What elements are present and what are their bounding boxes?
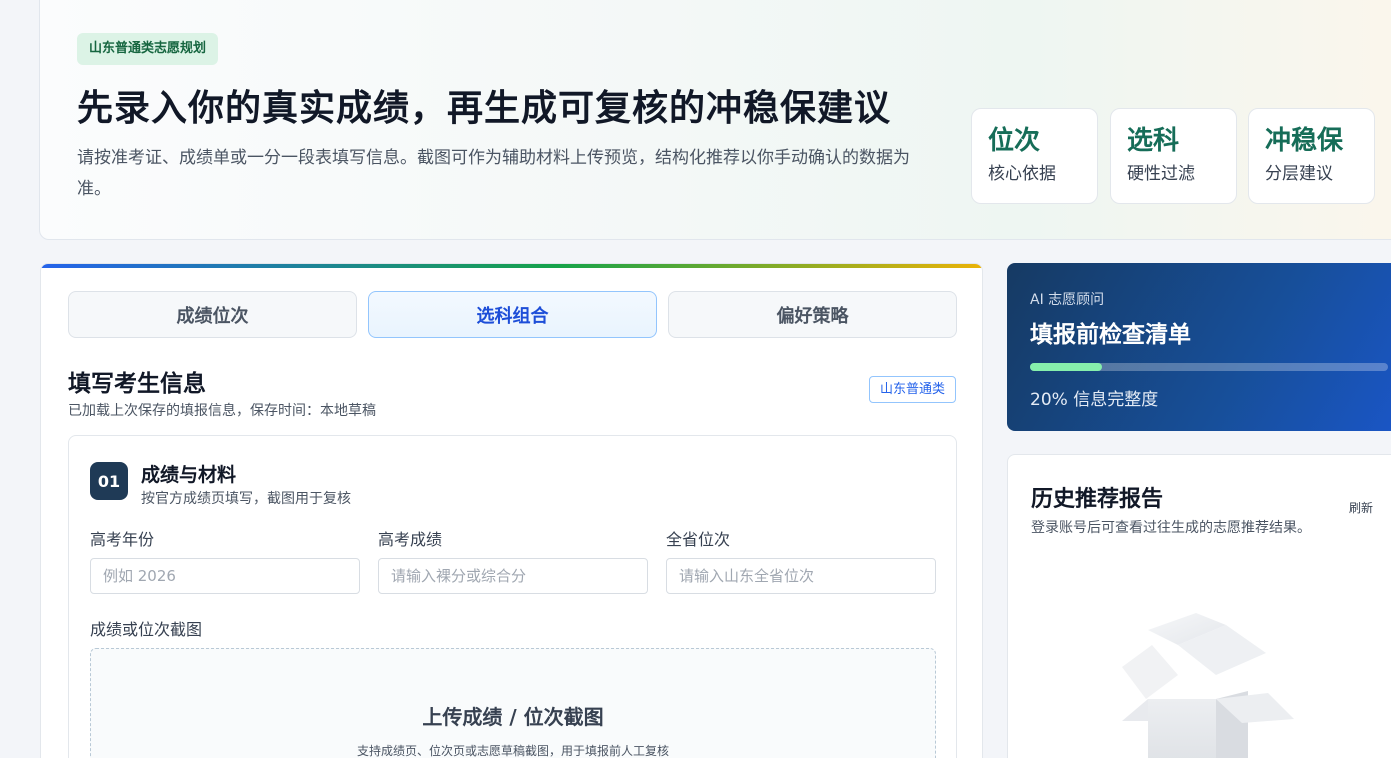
province-rank-label: 全省位次: [666, 530, 731, 549]
region-badge: 山东普通类志愿规划: [77, 33, 219, 65]
hero-banner: 山东普通类志愿规划 先录入你的真实成绩，再生成可复核的冲稳保建议 请按准考证、成…: [39, 0, 1391, 240]
checklist-title: 填报前检查清单: [1030, 322, 1191, 348]
screenshot-upload-dropzone[interactable]: 上传成绩 / 位次截图 支持成绩页、位次页或志愿草稿截图，用于填报前人工复核: [90, 648, 936, 758]
page-description: 请按准考证、成绩单或一分一段表填写信息。截图可作为辅助材料上传预览，结构化推荐以…: [77, 148, 910, 199]
history-title: 历史推荐报告: [1031, 487, 1164, 512]
tab-score-rank[interactable]: 成绩位次: [68, 291, 357, 338]
card-accent-bar: [41, 264, 982, 268]
step-subtitle: 按官方成绩页填写，截图用于复核: [141, 491, 351, 507]
exam-score-label: 高考成绩: [378, 530, 443, 549]
upload-label: 成绩或位次截图: [90, 620, 203, 639]
exam-year-input[interactable]: [90, 558, 360, 594]
completeness-progress-bar: [1030, 363, 1388, 371]
ai-advisor-label: AI 志愿顾问: [1030, 292, 1105, 308]
feature-pill-rank: 位次 核心依据: [971, 108, 1098, 204]
feature-pill-subjects: 选科 硬性过滤: [1110, 108, 1237, 204]
tab-subject-combo[interactable]: 选科组合: [368, 291, 657, 338]
feature-pill-title: 位次: [988, 126, 1041, 156]
feature-pill-subtitle: 核心依据: [988, 164, 1056, 184]
feature-pill-title: 冲稳保: [1265, 126, 1344, 156]
draft-status: 已加载上次保存的填报信息，保存时间：本地草稿: [68, 403, 376, 419]
score-materials-panel: 01 成绩与材料 按官方成绩页填写，截图用于复核 高考年份 高考成绩 全省位次 …: [68, 435, 957, 758]
region-tag: 山东普通类: [868, 376, 956, 403]
ai-advisor-panel: AI 志愿顾问 填报前检查清单 20% 信息完整度: [1007, 263, 1391, 431]
feature-pill-title: 选科: [1127, 126, 1180, 156]
exam-score-input[interactable]: [378, 558, 648, 594]
empty-box-icon: [1122, 613, 1294, 758]
history-subtitle: 登录账号后可查看过往生成的志愿推荐结果。: [1031, 520, 1311, 536]
province-rank-input[interactable]: [666, 558, 936, 594]
completeness-text: 20% 信息完整度: [1030, 390, 1159, 410]
feature-pill-subtitle: 硬性过滤: [1127, 164, 1195, 184]
refresh-button[interactable]: 刷新: [1349, 499, 1373, 516]
completeness-progress-fill: [1030, 363, 1102, 371]
feature-pill-strategy: 冲稳保 分层建议: [1248, 108, 1375, 204]
upload-title: 上传成绩 / 位次截图: [422, 705, 604, 729]
step-title: 成绩与材料: [141, 464, 237, 486]
section-title: 填写考生信息: [68, 371, 206, 397]
exam-year-label: 高考年份: [90, 530, 155, 549]
feature-pill-subtitle: 分层建议: [1265, 164, 1333, 184]
history-reports-panel: 历史推荐报告 登录账号后可查看过往生成的志愿推荐结果。 刷新: [1007, 454, 1391, 758]
step-number-badge: 01: [90, 462, 128, 500]
page-title: 先录入你的真实成绩，再生成可复核的冲稳保建议: [77, 88, 892, 129]
upload-hint: 支持成绩页、位次页或志愿草稿截图，用于填报前人工复核: [356, 744, 669, 758]
tab-preference-strategy[interactable]: 偏好策略: [668, 291, 957, 338]
student-info-card: 成绩位次 选科组合 偏好策略 填写考生信息 已加载上次保存的填报信息，保存时间：…: [40, 263, 983, 758]
